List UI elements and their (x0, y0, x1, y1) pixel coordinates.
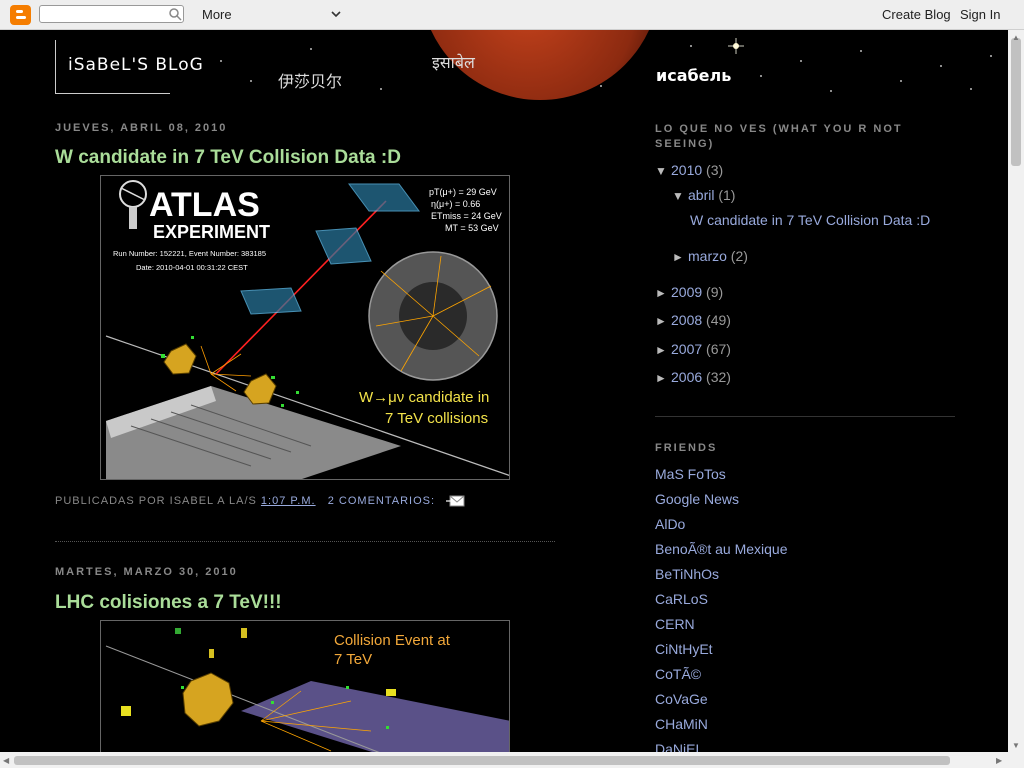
create-blog-link[interactable]: Create Blog (882, 7, 951, 22)
archive-year-2008[interactable]: ► 2008 (49) (655, 312, 731, 328)
post-date-header: JUEVES, ABRIL 08, 2010 (55, 122, 228, 134)
search-icon[interactable] (168, 7, 182, 21)
expand-arrow-icon[interactable]: ► (655, 343, 671, 357)
friend-link[interactable]: CERN (655, 616, 695, 632)
friends-heading: FRIENDS (655, 442, 718, 454)
archive-count: (9) (706, 284, 724, 300)
post-time-link[interactable]: 1:07 P.M. (261, 495, 316, 507)
friend-link[interactable]: CiNtHyEt (655, 641, 713, 657)
archive-label[interactable]: 2008 (671, 312, 702, 328)
collision-event-graphic: Collision Event at 7 TeV (101, 621, 509, 759)
atlas-event-image[interactable]: ATLAS EXPERIMENT Run Number: 152221, Eve… (100, 175, 510, 480)
collision-caption-line1: Collision Event at (334, 632, 451, 649)
archive-month-marzo[interactable]: ► marzo (2) (672, 248, 748, 264)
expand-arrow-icon[interactable]: ► (672, 250, 688, 264)
post-author-label: PUBLICADAS POR ISABEL A LA/S (55, 495, 257, 507)
blogger-logo-icon[interactable] (10, 5, 31, 25)
event-stat: η(μ+) = 0.66 (431, 199, 480, 209)
friend-link[interactable]: AlDo (655, 516, 685, 532)
archive-year-2007[interactable]: ► 2007 (67) (655, 341, 731, 357)
bright-star-icon (728, 38, 744, 54)
archive-post-link[interactable]: W candidate in 7 TeV Collision Data :D (690, 212, 930, 228)
archive-year-2009[interactable]: ► 2009 (9) (655, 284, 723, 300)
event-date-text: Date: 2010-04-01 00:31:22 CEST (136, 263, 248, 272)
friend-link[interactable]: BenoÃ®t au Mexique (655, 541, 788, 557)
event-caption-line1: W→μν candidate in (359, 389, 489, 406)
post-title[interactable]: W candidate in 7 TeV Collision Data :D (55, 147, 401, 169)
post-footer: PUBLICADAS POR ISABEL A LA/S 1:07 P.M. 2… (55, 495, 435, 507)
email-post-icon[interactable] (446, 494, 466, 508)
expand-arrow-icon[interactable]: ► (655, 314, 671, 328)
archive-label[interactable]: abril (688, 187, 714, 203)
event-stat: ETmiss = 24 GeV (431, 211, 502, 221)
friend-link[interactable]: CaRLoS (655, 591, 708, 607)
event-stat: MT = 53 GeV (445, 223, 499, 233)
event-run-text: Run Number: 152221, Event Number: 383185 (113, 249, 266, 258)
scroll-right-arrow-icon[interactable]: ▶ (996, 756, 1002, 765)
blog-title[interactable]: iSaBeL'S BLoG (68, 55, 204, 75)
search-input[interactable] (39, 5, 184, 23)
blog-header: iSaBeL'S BLoG 伊莎贝尔 इसाबेल исабель (0, 30, 1008, 100)
archive-count: (1) (718, 187, 736, 203)
collision-caption-line2: 7 TeV (334, 651, 372, 668)
chevron-down-icon[interactable] (330, 8, 342, 20)
archive-label[interactable]: 2006 (671, 369, 702, 385)
sign-in-link[interactable]: Sign In (960, 7, 1000, 22)
collapse-arrow-icon[interactable]: ▼ (655, 164, 671, 178)
archive-count: (2) (730, 248, 748, 264)
collapse-arrow-icon[interactable]: ▼ (672, 189, 688, 203)
header-name-chinese: 伊莎贝尔 (278, 72, 343, 91)
archive-label[interactable]: 2007 (671, 341, 702, 357)
friend-link[interactable]: MaS FoTos (655, 466, 726, 482)
scroll-down-arrow-icon[interactable]: ▼ (1012, 741, 1020, 750)
atlas-logo-text: ATLAS (149, 186, 260, 224)
friend-link[interactable]: Google News (655, 491, 739, 507)
collision-event-image[interactable]: Collision Event at 7 TeV (100, 620, 510, 760)
archive-year-2010[interactable]: ▼ 2010 (3) (655, 162, 723, 178)
post-title[interactable]: LHC colisiones a 7 TeV!!! (55, 592, 282, 614)
atlas-logo-subtext: EXPERIMENT (153, 222, 270, 242)
friend-link[interactable]: CoVaGe (655, 691, 708, 707)
post-divider (55, 541, 555, 542)
header-name-hindi: इसाबेल (432, 53, 475, 72)
friend-link[interactable]: BeTiNhOs (655, 566, 719, 582)
archive-heading: LO QUE NO VES (WHAT YOU R NOT SEEING) (655, 123, 903, 150)
event-caption-line2: 7 TeV collisions (385, 410, 488, 427)
archive-label[interactable]: marzo (688, 248, 727, 264)
header-name-russian: исабель (656, 66, 732, 85)
friend-link[interactable]: CoTÃ© (655, 666, 701, 682)
archive-label[interactable]: 2010 (671, 162, 702, 178)
horizontal-scroll-thumb[interactable] (14, 756, 950, 765)
post-date-header: MARTES, MARZO 30, 2010 (55, 566, 238, 578)
expand-arrow-icon[interactable]: ► (655, 286, 671, 300)
sidebar-divider (655, 416, 955, 417)
expand-arrow-icon[interactable]: ► (655, 371, 671, 385)
archive-month-abril[interactable]: ▼ abril (1) (672, 187, 735, 203)
vertical-scroll-thumb[interactable] (1011, 38, 1021, 166)
atlas-event-graphic: ATLAS EXPERIMENT Run Number: 152221, Eve… (101, 176, 509, 479)
archive-year-2006[interactable]: ► 2006 (32) (655, 369, 731, 385)
scroll-left-arrow-icon[interactable]: ◀ (3, 756, 9, 765)
blogger-navbar: More Create Blog Sign In (0, 0, 1024, 30)
archive-label[interactable]: 2009 (671, 284, 702, 300)
more-menu-label[interactable]: More (202, 7, 232, 22)
event-stat: pT(μ+) = 29 GeV (429, 187, 497, 197)
archive-count: (32) (706, 369, 731, 385)
friend-link[interactable]: CHaMiN (655, 716, 708, 732)
comments-link[interactable]: 2 COMENTARIOS: (328, 495, 435, 507)
archive-count: (3) (706, 162, 724, 178)
scroll-up-arrow-icon[interactable]: ▲ (1012, 33, 1020, 42)
archive-count: (67) (706, 341, 731, 357)
archive-count: (49) (706, 312, 731, 328)
